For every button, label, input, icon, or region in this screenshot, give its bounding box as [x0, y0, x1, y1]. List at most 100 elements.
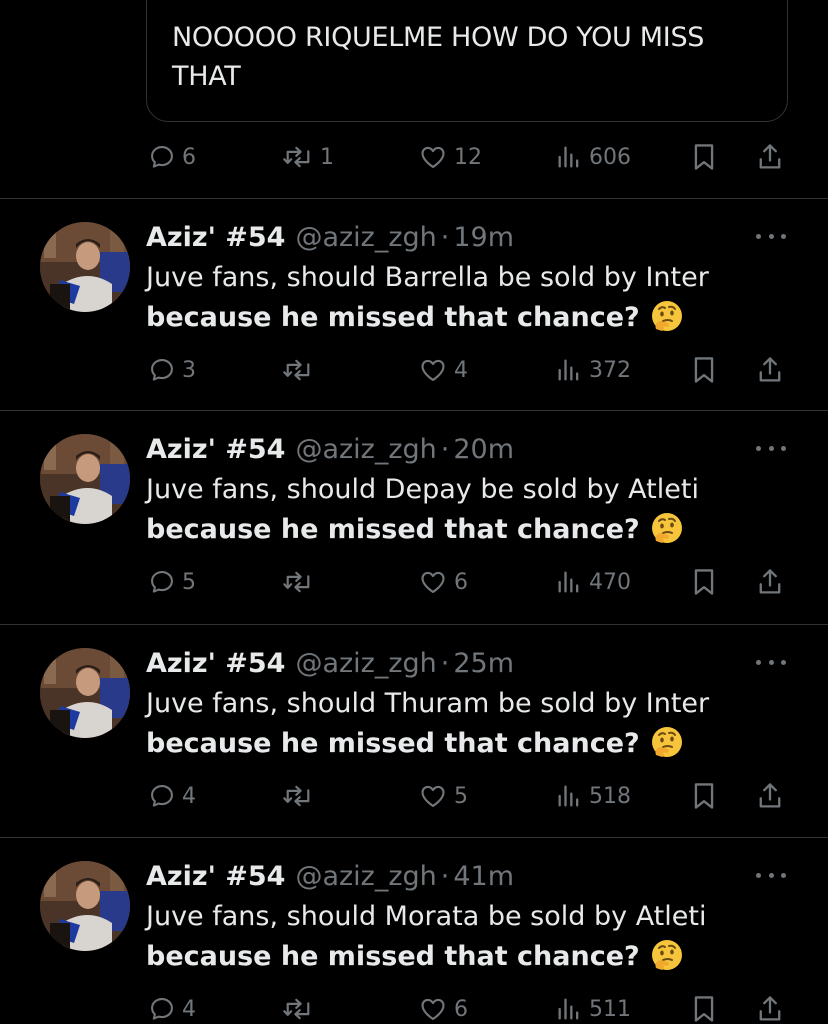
display-name[interactable]: Aziz' #54: [146, 222, 285, 253]
tweet-header: Aziz' #54 @aziz_zgh · 20m: [146, 432, 514, 468]
reply-button[interactable]: 4: [148, 774, 196, 818]
tweet-text: Juve fans, should Depay be sold by Atlet…: [146, 470, 786, 550]
timestamp[interactable]: 25m: [453, 648, 514, 679]
separator-dot: ·: [440, 648, 450, 679]
timestamp[interactable]: 19m: [453, 222, 514, 253]
heart-icon: [418, 356, 448, 384]
share-button[interactable]: [756, 774, 784, 818]
views-icon: [555, 782, 583, 810]
bookmark-button[interactable]: [690, 774, 718, 818]
like-count: 6: [454, 569, 468, 595]
display-name[interactable]: Aziz' #54: [146, 648, 285, 679]
reply-icon: [148, 568, 176, 596]
views-button[interactable]: 511: [555, 987, 631, 1024]
heart-icon: [418, 995, 448, 1023]
tweet-header: Aziz' #54 @aziz_zgh · 25m: [146, 646, 514, 682]
reply-button[interactable]: 3: [148, 348, 196, 392]
views-icon: [555, 568, 583, 596]
timestamp[interactable]: 41m: [453, 861, 514, 892]
retweet-icon: [282, 782, 314, 810]
reply-icon: [148, 143, 176, 171]
tweet[interactable]: Aziz' #54 @aziz_zgh · 20m Juve fans, should…: [0, 412, 828, 624]
user-handle[interactable]: @aziz_zgh: [295, 648, 436, 679]
bookmark-button[interactable]: [690, 348, 718, 392]
tweet[interactable]: Aziz' #54 @aziz_zgh · 41m Juve fans, should…: [0, 839, 828, 1024]
views-button[interactable]: 518: [555, 774, 631, 818]
tweet-actions: 5 6 470: [0, 560, 828, 604]
quoted-tweet-text: NOOOOO RIQUELME HOW DO YOU MISS THAT: [172, 18, 772, 96]
like-button[interactable]: 4: [418, 348, 468, 392]
share-icon: [756, 355, 784, 385]
bookmark-button[interactable]: [690, 987, 718, 1024]
retweet-button[interactable]: [282, 774, 320, 818]
tweet-header: Aziz' #54 @aziz_zgh · 19m: [146, 220, 514, 256]
tweet-text-line1: Juve fans, should Barrella be sold by In…: [146, 262, 709, 293]
separator-dot: ·: [440, 222, 450, 253]
avatar[interactable]: [40, 222, 130, 312]
heart-icon: [418, 143, 448, 171]
thinking-face-emoji: [650, 938, 684, 972]
retweet-button[interactable]: 1: [282, 135, 334, 179]
separator-dot: ·: [440, 434, 450, 465]
heart-icon: [418, 782, 448, 810]
retweet-button[interactable]: [282, 560, 320, 604]
tweet-actions: 3 4 372: [0, 348, 828, 392]
thinking-face-emoji: [650, 725, 684, 759]
avatar[interactable]: [40, 434, 130, 524]
user-handle[interactable]: @aziz_zgh: [295, 222, 436, 253]
share-icon: [756, 781, 784, 811]
bookmark-icon: [690, 142, 718, 172]
user-handle[interactable]: @aziz_zgh: [295, 861, 436, 892]
separator-dot: ·: [440, 861, 450, 892]
quoted-tweet-actions: 6 1 12 606: [0, 135, 828, 179]
more-icon[interactable]: [756, 442, 786, 454]
views-button[interactable]: 606: [555, 135, 631, 179]
share-button[interactable]: [756, 987, 784, 1024]
user-handle[interactable]: @aziz_zgh: [295, 434, 436, 465]
reply-icon: [148, 782, 176, 810]
share-button[interactable]: [756, 348, 784, 392]
tweet[interactable]: Aziz' #54 @aziz_zgh · 25m Juve fans, should…: [0, 626, 828, 838]
bookmark-icon: [690, 355, 718, 385]
reply-button[interactable]: 4: [148, 987, 196, 1024]
tweet-text-line2: because he missed that chance?: [146, 937, 786, 977]
quoted-tweet-line2: THAT: [172, 61, 241, 92]
tweet-text-line1: Juve fans, should Thuram be sold by Inte…: [146, 688, 710, 719]
timeline: NOOOOO RIQUELME HOW DO YOU MISS THAT 6 1…: [0, 0, 828, 1024]
like-button[interactable]: 6: [418, 560, 468, 604]
like-button[interactable]: 12: [418, 135, 482, 179]
views-button[interactable]: 372: [555, 348, 631, 392]
share-icon: [756, 567, 784, 597]
more-icon[interactable]: [756, 230, 786, 242]
views-count: 518: [589, 783, 631, 809]
display-name[interactable]: Aziz' #54: [146, 861, 285, 892]
tweet-header: Aziz' #54 @aziz_zgh · 41m: [146, 859, 514, 895]
views-count: 372: [589, 357, 631, 383]
avatar[interactable]: [40, 648, 130, 738]
share-button[interactable]: [756, 135, 784, 179]
retweet-button[interactable]: [282, 348, 320, 392]
like-count: 6: [454, 996, 468, 1022]
thinking-face-emoji: [650, 511, 684, 545]
more-icon[interactable]: [756, 869, 786, 881]
avatar[interactable]: [40, 861, 130, 951]
timestamp[interactable]: 20m: [453, 434, 514, 465]
retweet-button[interactable]: [282, 987, 320, 1024]
tweet[interactable]: Aziz' #54 @aziz_zgh · 19m Juve fans, should…: [0, 200, 828, 412]
reply-icon: [148, 995, 176, 1023]
like-button[interactable]: 6: [418, 987, 468, 1024]
like-count: 12: [454, 144, 482, 170]
display-name[interactable]: Aziz' #54: [146, 434, 285, 465]
bookmark-button[interactable]: [690, 135, 718, 179]
views-button[interactable]: 470: [555, 560, 631, 604]
retweet-icon: [282, 143, 314, 171]
share-icon: [756, 142, 784, 172]
more-icon[interactable]: [756, 656, 786, 668]
reply-button[interactable]: 6: [148, 135, 196, 179]
reply-button[interactable]: 5: [148, 560, 196, 604]
share-button[interactable]: [756, 560, 784, 604]
quoted-tweet-line1: NOOOOO RIQUELME HOW DO YOU MISS: [172, 22, 705, 53]
reply-count: 5: [182, 569, 196, 595]
bookmark-button[interactable]: [690, 560, 718, 604]
like-button[interactable]: 5: [418, 774, 468, 818]
